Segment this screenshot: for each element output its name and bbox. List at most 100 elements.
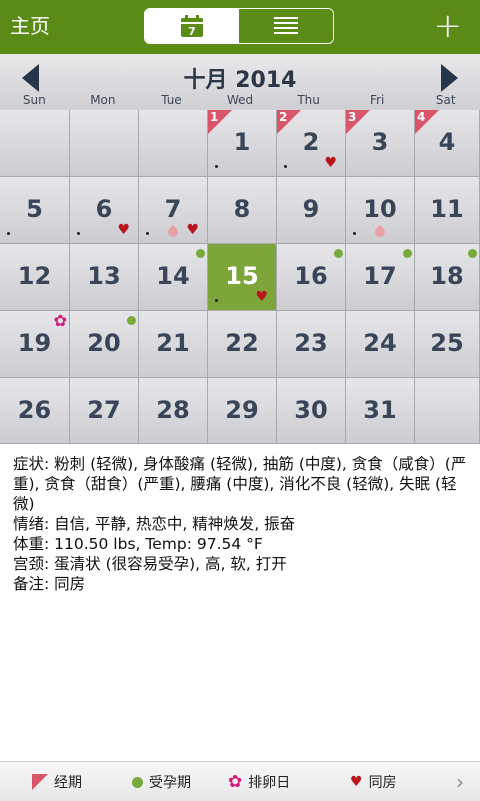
day-number: 11 — [430, 195, 464, 223]
day-number: 24 — [363, 329, 397, 357]
day-cell[interactable]: 28 — [139, 378, 208, 444]
heart-icon: ♥ — [186, 222, 199, 238]
day-cell[interactable]: 11 — [415, 177, 480, 244]
legend-period: 经期 — [32, 772, 82, 792]
legend-bar: 经期 受孕期 ✿ 排卵日 ♥ 同房 › — [0, 761, 480, 801]
legend-period-label: 经期 — [54, 775, 82, 791]
heart-icon: ♥ — [255, 289, 268, 305]
day-cell[interactable]: 44 — [415, 110, 480, 177]
day-cell[interactable]: 25 — [415, 311, 480, 378]
top-app-bar: 主页 7 + — [0, 0, 480, 54]
day-cell[interactable] — [415, 378, 480, 444]
home-button[interactable]: 主页 — [10, 13, 50, 39]
fertile-dot-icon — [468, 249, 477, 258]
day-number: 26 — [17, 396, 52, 424]
day-cell[interactable]: 14 — [139, 244, 208, 311]
day-cell[interactable]: 26 — [0, 378, 70, 444]
period-day-number: 1 — [210, 110, 219, 124]
weekday-label: Mon — [90, 93, 116, 107]
fertile-dot-icon — [196, 249, 205, 258]
weekday-label: Sun — [22, 93, 46, 107]
chevron-right-icon[interactable]: › — [456, 770, 464, 794]
day-number: 13 — [87, 262, 121, 290]
day-cell[interactable]: 13 — [70, 244, 139, 311]
legend-intercourse-label: 同房 — [368, 775, 397, 791]
note-dot-icon — [215, 299, 218, 302]
day-cell[interactable]: 22 — [208, 311, 277, 378]
day-cell[interactable]: 30 — [277, 378, 346, 444]
symptoms-text: 症状: 粉刺 (轻微), 身体酸痛 (轻微), 抽筋 (中度), 贪食（咸食）(… — [13, 455, 467, 513]
day-number: 31 — [363, 396, 397, 424]
day-cell[interactable]: 5 — [0, 177, 70, 244]
month-title: 十月 2014 — [183, 68, 297, 93]
note-dot-icon — [284, 165, 287, 168]
heart-icon: ♥ — [350, 774, 363, 790]
day-number: 12 — [17, 262, 52, 290]
day-cell[interactable]: 11 — [208, 110, 277, 177]
day-cell[interactable]: 23 — [277, 311, 346, 378]
weekday-label: Sat — [435, 93, 456, 107]
day-number: 25 — [430, 329, 464, 357]
day-cell[interactable]: 24 — [346, 311, 415, 378]
fertile-dot-icon — [403, 249, 412, 258]
add-button[interactable]: + — [434, 8, 463, 44]
day-cell[interactable]: 20 — [70, 311, 139, 378]
day-number: 6 — [95, 195, 113, 223]
note-dot-icon — [353, 232, 356, 235]
day-number: 17 — [363, 262, 397, 290]
day-cell[interactable]: 18 — [415, 244, 480, 311]
day-cell[interactable] — [0, 110, 70, 177]
day-number: 20 — [87, 329, 121, 357]
day-cell[interactable]: 31 — [346, 378, 415, 444]
weekday-label: Tue — [161, 93, 182, 107]
day-cell[interactable]: 15 ♥ — [208, 244, 277, 311]
fertile-dot-icon — [265, 249, 274, 258]
calendar-view-tab[interactable]: 7 — [145, 9, 239, 43]
day-number: 19 — [17, 329, 52, 357]
period-flag-icon — [32, 774, 48, 790]
legend-ovulation-label: 排卵日 — [248, 775, 291, 791]
day-cell[interactable]: 29 — [208, 378, 277, 444]
weekday-label: Thu — [297, 93, 320, 107]
day-details: 症状: 粉刺 (轻微), 身体酸痛 (轻微), 抽筋 (中度), 贪食（咸食）(… — [13, 454, 469, 594]
legend-fertile: 受孕期 — [132, 772, 191, 792]
day-cell[interactable]: 16 — [277, 244, 346, 311]
svg-text:7: 7 — [188, 25, 196, 38]
day-cell[interactable]: 17 — [346, 244, 415, 311]
calendar-header: 十月 2014 Sun Mon Tue Wed Thu Fri Sat — [0, 54, 480, 111]
calendar-grid: 1 1 2 2 ♥ 3 3 4 4 5 6 ♥ 7 ♥ 8 9 10 11 12 13 14 15 ♥ 16 17 18 19 ✿ 20… — [0, 110, 480, 444]
day-number: 23 — [294, 329, 328, 357]
day-cell[interactable]: 12 — [0, 244, 70, 311]
day-cell[interactable]: 7 ♥ — [139, 177, 208, 244]
day-cell[interactable]: 33 — [346, 110, 415, 177]
view-switcher: 7 — [144, 8, 334, 44]
day-cell[interactable]: 6 ♥ — [70, 177, 139, 244]
day-number: 2 — [302, 128, 320, 156]
day-number: 21 — [156, 329, 190, 357]
day-cell[interactable]: 8 — [208, 177, 277, 244]
fertile-dot-icon — [334, 249, 343, 258]
flower-icon: ✿ — [53, 311, 67, 330]
day-number: 18 — [430, 262, 464, 290]
list-view-tab[interactable] — [239, 9, 333, 43]
note-dot-icon — [146, 232, 149, 235]
day-number: 3 — [371, 128, 389, 156]
heart-icon: ♥ — [324, 155, 337, 171]
day-cell[interactable] — [139, 110, 208, 177]
list-icon — [274, 17, 298, 34]
day-number: 27 — [87, 396, 121, 424]
next-month-arrow-icon[interactable] — [441, 64, 458, 92]
spotting-drop-icon — [372, 224, 388, 240]
fertile-dot-icon — [127, 316, 136, 325]
day-number: 28 — [156, 396, 190, 424]
day-cell[interactable]: 27 — [70, 378, 139, 444]
day-cell[interactable]: 21 — [139, 311, 208, 378]
day-cell[interactable]: 19 ✿ — [0, 311, 70, 378]
day-cell[interactable] — [70, 110, 139, 177]
legend-ovulation: ✿ 排卵日 — [228, 772, 290, 792]
day-cell[interactable]: 9 — [277, 177, 346, 244]
day-cell[interactable]: 2 2 ♥ — [277, 110, 346, 177]
weight-temp-text: 体重: 110.50 lbs, Temp: 97.54 °F — [13, 535, 263, 553]
spotting-drop-icon — [165, 224, 181, 240]
day-cell[interactable]: 10 — [346, 177, 415, 244]
